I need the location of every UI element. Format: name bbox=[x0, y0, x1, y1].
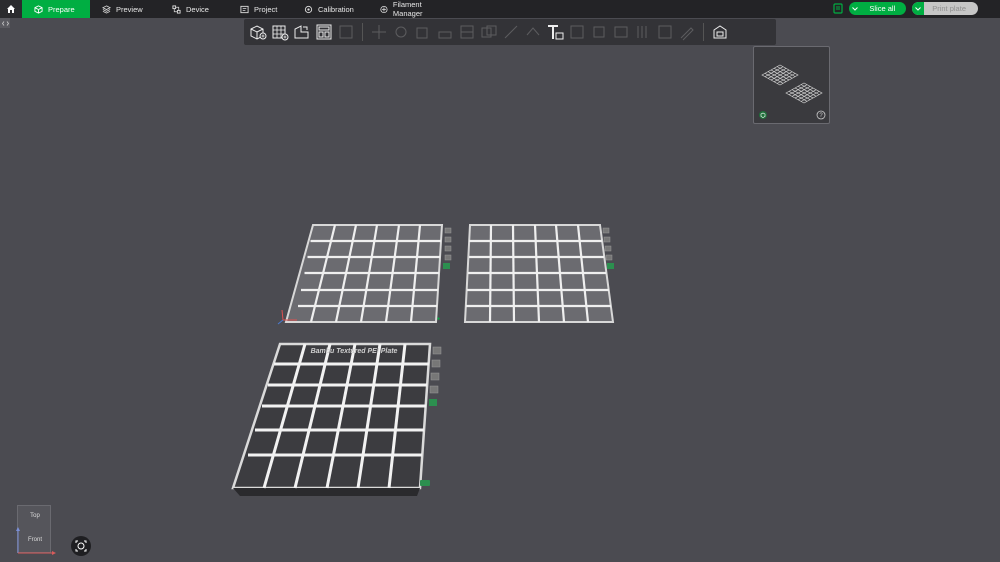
home-button[interactable] bbox=[0, 0, 22, 18]
split-button[interactable] bbox=[335, 21, 357, 43]
device-icon bbox=[172, 4, 181, 14]
3d-viewport[interactable]: ● Bambu Textured PEI Plate bbox=[0, 0, 1000, 562]
tab-label: Calibration bbox=[318, 4, 354, 14]
plate-3-title: Bambu Textured PEI Plate bbox=[311, 348, 398, 355]
tab-calibration[interactable]: Calibration bbox=[292, 0, 368, 18]
text-tool-button[interactable] bbox=[544, 21, 566, 43]
assembly-icon bbox=[593, 26, 605, 38]
plate-overview-panel[interactable]: ? bbox=[753, 46, 830, 124]
chevron-down-icon bbox=[915, 6, 922, 11]
orient-icon bbox=[294, 25, 309, 39]
support-paint-icon bbox=[504, 25, 518, 39]
tab-project[interactable]: Project bbox=[228, 0, 292, 18]
tab-label: Filament Manager bbox=[392, 0, 423, 18]
print-plate-button[interactable]: Print plate bbox=[912, 2, 978, 15]
measure-icon bbox=[570, 25, 584, 39]
expand-sidebar-icon bbox=[1, 20, 9, 26]
seam-paint-icon bbox=[526, 27, 540, 36]
auto-orient-button[interactable] bbox=[291, 21, 313, 43]
emboss-icon bbox=[614, 26, 628, 38]
toolbar-divider bbox=[703, 23, 704, 41]
add-object-button[interactable] bbox=[247, 21, 269, 43]
emboss-button[interactable] bbox=[610, 21, 632, 43]
text-icon bbox=[548, 25, 564, 40]
tab-label: Preview bbox=[116, 4, 143, 14]
view-layout-button[interactable] bbox=[709, 21, 731, 43]
focus-icon bbox=[75, 540, 87, 552]
overview-cube-icon bbox=[759, 111, 767, 119]
help-icon: ? bbox=[816, 110, 826, 120]
tab-device[interactable]: Device bbox=[160, 0, 228, 18]
fuzzy-skin-icon bbox=[658, 25, 672, 39]
add-cube-icon bbox=[250, 25, 267, 40]
slice-controls: Slice all Print plate bbox=[833, 2, 978, 15]
cut-button[interactable] bbox=[456, 21, 478, 43]
slice-all-label: Slice all bbox=[869, 4, 896, 13]
project-icon bbox=[240, 5, 249, 13]
tab-filament-manager[interactable]: Filament Manager bbox=[368, 0, 458, 18]
tab-label: Device bbox=[186, 4, 209, 14]
support-painting-button[interactable] bbox=[500, 21, 522, 43]
cube-icon bbox=[34, 4, 43, 14]
rotate-button[interactable] bbox=[390, 21, 412, 43]
chevron-down-icon bbox=[852, 6, 859, 11]
thumbnail-plate-2 bbox=[785, 82, 823, 104]
home-icon bbox=[7, 5, 15, 13]
thumbnail-plate-1 bbox=[761, 64, 799, 86]
build-plate-2[interactable] bbox=[463, 224, 615, 323]
variable-height-button[interactable] bbox=[632, 21, 654, 43]
seam-painting-button[interactable] bbox=[522, 21, 544, 43]
move-icon bbox=[372, 25, 386, 39]
tab-preview[interactable]: Preview bbox=[90, 0, 160, 18]
split-icon bbox=[339, 25, 353, 39]
arrange-button[interactable] bbox=[313, 21, 335, 43]
cut-icon bbox=[460, 25, 474, 39]
sidebar-toggle[interactable] bbox=[0, 18, 10, 28]
axis-indicator-icon bbox=[16, 527, 56, 555]
boolean-icon bbox=[481, 25, 497, 38]
build-plate-1[interactable]: ● bbox=[277, 224, 452, 325]
tab-label: Prepare bbox=[48, 4, 75, 14]
arrange-icon bbox=[316, 24, 332, 40]
export-document-icon[interactable] bbox=[833, 3, 843, 14]
print-plate-label: Print plate bbox=[932, 4, 966, 13]
rotate-icon bbox=[395, 26, 407, 38]
plate-thumbnails: ? bbox=[759, 64, 826, 120]
move-button[interactable] bbox=[368, 21, 390, 43]
variable-height-icon bbox=[637, 26, 647, 38]
add-plate-button[interactable] bbox=[269, 21, 291, 43]
toolbar-divider bbox=[362, 23, 363, 41]
scale-button[interactable] bbox=[412, 21, 434, 43]
assembly-button[interactable] bbox=[588, 21, 610, 43]
scale-icon bbox=[416, 27, 428, 39]
print-dropdown-arrow[interactable] bbox=[912, 2, 925, 15]
brush-button[interactable] bbox=[676, 21, 698, 43]
tab-prepare[interactable]: Prepare bbox=[22, 0, 90, 18]
measure-button[interactable] bbox=[566, 21, 588, 43]
slice-dropdown-arrow[interactable] bbox=[849, 2, 861, 15]
layers-icon bbox=[102, 4, 111, 14]
brush-icon bbox=[680, 27, 694, 41]
lay-on-face-button[interactable] bbox=[434, 21, 456, 43]
view-layout-icon bbox=[713, 25, 727, 39]
top-bar: Prepare Preview Device Project Calibrati… bbox=[0, 0, 1000, 18]
object-toolbar bbox=[244, 19, 776, 45]
tab-label: Project bbox=[254, 4, 278, 14]
slice-all-button[interactable]: Slice all bbox=[849, 2, 907, 15]
plus-circle-icon bbox=[380, 5, 388, 13]
fuzzy-skin-button[interactable] bbox=[654, 21, 676, 43]
build-plate-3[interactable]: Bambu Textured PEI Plate bbox=[231, 342, 442, 496]
grid-plate-icon bbox=[272, 25, 289, 41]
calibration-icon bbox=[304, 5, 313, 13]
svg-text:●: ● bbox=[437, 316, 440, 322]
lay-on-face-icon bbox=[438, 31, 452, 39]
mesh-boolean-button[interactable] bbox=[478, 21, 500, 43]
navigation-cube[interactable]: Top Front bbox=[15, 505, 60, 557]
zoom-to-fit-button[interactable] bbox=[71, 536, 91, 556]
